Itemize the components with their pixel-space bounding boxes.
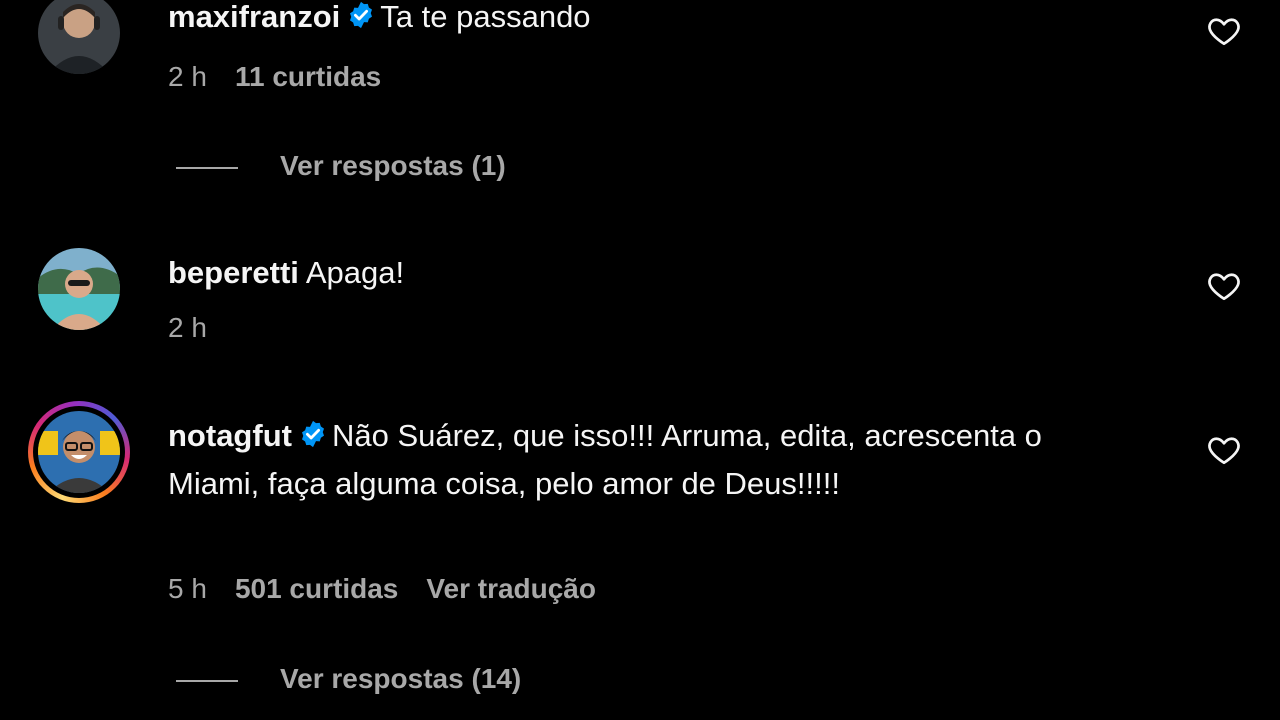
comment-time: 2 h [168, 61, 207, 92]
avatar [38, 411, 120, 493]
verified-badge-icon [298, 416, 328, 461]
translate-button[interactable]: Ver tradução [426, 573, 596, 604]
comment-username[interactable]: beperetti [168, 255, 299, 290]
heart-outline-icon[interactable] [1206, 13, 1242, 49]
comment-text: Ta te passando [380, 0, 591, 34]
comment-time: 5 h [168, 573, 207, 604]
comment-meta: 2 h [168, 312, 235, 344]
comment-time: 2 h [168, 312, 207, 343]
comment-body: beperetti Apaga! [168, 250, 1068, 295]
avatar[interactable] [38, 0, 120, 74]
comment-body: notagfut Não Suárez, que isso!!! Arruma, … [168, 413, 1068, 506]
verified-badge-icon [346, 0, 376, 42]
comment-body: maxifranzoi Ta te passando [168, 0, 1068, 42]
view-replies-label: Ver respostas (1) [280, 150, 506, 181]
view-replies-label: Ver respostas (14) [280, 663, 522, 694]
comment-meta: 2 h 11 curtidas [168, 61, 409, 93]
view-replies-button[interactable]: Ver respostas (1) [176, 150, 506, 182]
comment-username[interactable]: notagfut [168, 418, 292, 453]
comment-text: Apaga! [305, 255, 405, 290]
likes-count-button[interactable]: 11 curtidas [235, 61, 381, 92]
replies-divider [176, 166, 238, 169]
comment-username[interactable]: maxifranzoi [168, 0, 340, 34]
view-replies-button[interactable]: Ver respostas (14) [176, 663, 521, 695]
likes-count-button[interactable]: 501 curtidas [235, 573, 398, 604]
avatar[interactable] [38, 248, 120, 330]
heart-outline-icon[interactable] [1206, 268, 1242, 304]
story-ring-avatar[interactable] [28, 401, 130, 503]
comment-meta: 5 h 501 curtidas Ver tradução [168, 573, 624, 605]
comments-list: maxifranzoi Ta te passando 2 h 11 curtidas… [0, 0, 1280, 720]
replies-divider [176, 679, 238, 682]
heart-outline-icon[interactable] [1206, 432, 1242, 468]
